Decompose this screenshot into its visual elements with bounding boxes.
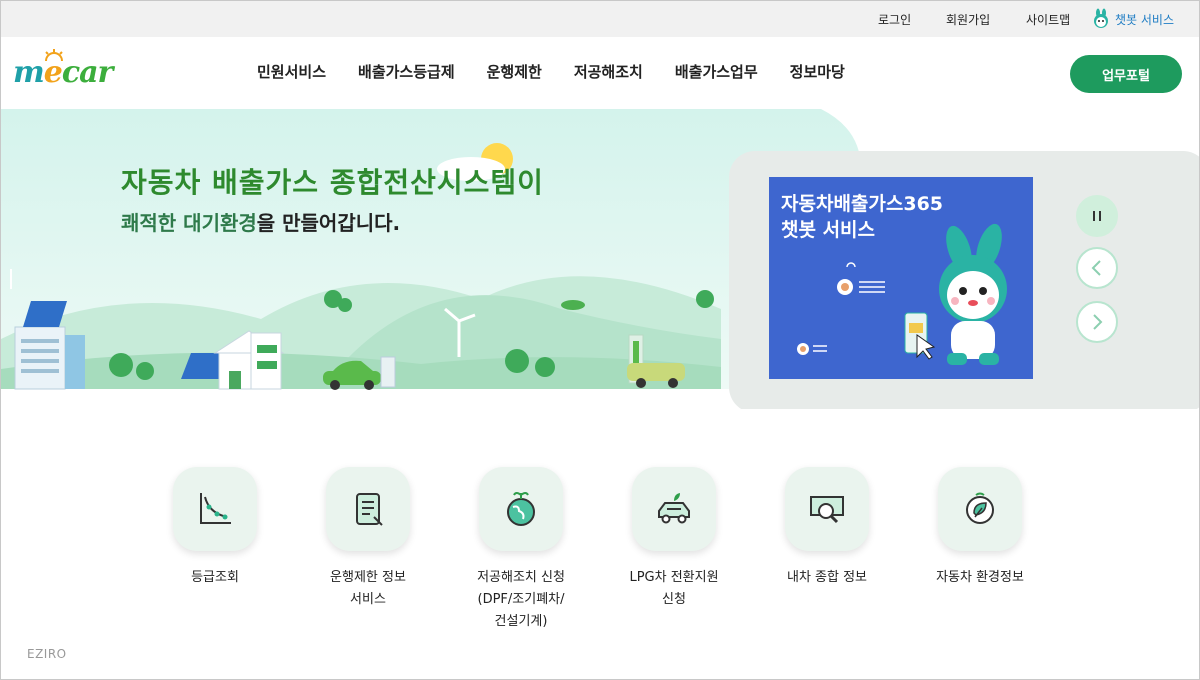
quick-menu-restriction-info[interactable]: 운행제한 정보 서비스	[288, 467, 448, 611]
quick-menu-low-emission-apply[interactable]: 저공해조치 신청 (DPF/조기폐차/ 건설기계)	[441, 467, 601, 633]
work-portal-button[interactable]: 업무포털	[1070, 55, 1182, 93]
nav-info[interactable]: 정보마당	[790, 61, 845, 82]
hero-subtitle-highlight: 쾌적한 대기환경	[121, 211, 257, 235]
login-link[interactable]: 로그인	[878, 11, 911, 28]
carousel-prev-button[interactable]	[1076, 247, 1118, 289]
hero-subtitle-rest: 을 만들어갑니다.	[256, 211, 401, 235]
quick-menu-label: 운행제한 정보 서비스	[330, 570, 406, 607]
carousel-pause-button[interactable]	[1076, 195, 1118, 237]
quick-menu-label: 등급조회	[191, 570, 239, 585]
nav-driving-restriction[interactable]: 운행제한	[487, 61, 542, 82]
tablet-icon	[356, 493, 383, 526]
carousel-next-button[interactable]	[1076, 301, 1118, 343]
chatbot-service-label: 챗봇 서비스	[1115, 12, 1175, 27]
quick-menu-icon-box[interactable]	[479, 467, 563, 551]
quick-menu-lpg-conversion[interactable]: LPG차 전환지원 신청	[594, 467, 754, 611]
quick-menu-icon-box[interactable]	[785, 467, 869, 551]
main-header: mecar 민원서비스 배출가스등급제 운행제한 저공해조치 배출가스업무 정보…	[1, 37, 1199, 109]
signup-link[interactable]: 회원가입	[946, 11, 990, 28]
chart-icon	[200, 493, 231, 524]
chatbot-mascot-illustration	[797, 223, 1007, 365]
quick-menu-icon-box[interactable]	[173, 467, 257, 551]
car-icon	[658, 493, 690, 524]
hero-title: 자동차 배출가스 종합전산시스템이	[121, 166, 544, 199]
globe-icon	[507, 492, 535, 526]
nav-civil-service[interactable]: 민원서비스	[257, 61, 326, 82]
quick-menu-label: 내차 종합 정보	[786, 570, 868, 585]
sun-icon	[45, 49, 63, 62]
eziro-watermark: EZIRO	[27, 647, 67, 661]
hero-subtitle: 쾌적한 대기환경을 만들어갑니다.	[121, 207, 400, 236]
pause-icon	[1093, 211, 1101, 221]
sitemap-link[interactable]: 사이트맵	[1026, 11, 1070, 28]
chatbot-mascot-icon	[1094, 8, 1108, 28]
mecar-logo[interactable]: mecar	[13, 49, 133, 93]
quick-menu-label: 저공해조치 신청 (DPF/조기폐차/ 건설기계)	[477, 570, 565, 629]
quick-menu-grade-lookup[interactable]: 등급조회	[135, 467, 295, 589]
quick-menu-label: 자동차 환경정보	[936, 570, 1024, 585]
main-nav: 민원서비스 배출가스등급제 운행제한 저공해조치 배출가스업무 정보마당	[257, 61, 877, 82]
quick-menu-icon-box[interactable]	[938, 467, 1022, 551]
quick-menu-environment-info[interactable]: 자동차 환경정보	[900, 467, 1060, 589]
chatbot-banner[interactable]: 자동차배출가스365 챗봇 서비스	[769, 177, 1033, 379]
chevron-left-icon	[1091, 260, 1101, 276]
nav-emission-work[interactable]: 배출가스업무	[675, 61, 758, 82]
search-document-icon	[810, 496, 844, 524]
quick-menu-icon-box[interactable]	[326, 467, 410, 551]
chevron-right-icon	[1093, 314, 1103, 330]
eco-info-icon	[966, 492, 994, 524]
quick-menu-my-car-info[interactable]: 내차 종합 정보	[747, 467, 907, 589]
nav-emission-grade[interactable]: 배출가스등급제	[358, 61, 455, 82]
nav-low-emission[interactable]: 저공해조치	[574, 61, 643, 82]
quick-menu-label: LPG차 전환지원 신청	[629, 570, 719, 607]
quick-menu-icon-box[interactable]	[632, 467, 716, 551]
chatbot-service-link[interactable]: 챗봇 서비스	[1091, 8, 1174, 30]
utility-bar: 로그인 회원가입 사이트맵 챗봇 서비스	[1, 1, 1199, 37]
